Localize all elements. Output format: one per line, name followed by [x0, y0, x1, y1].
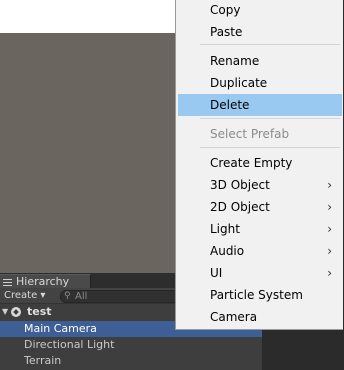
submenu-arrow-icon: › — [327, 222, 332, 236]
submenu-arrow-icon: › — [327, 178, 332, 192]
hierarchy-item-label: Terrain — [24, 354, 62, 367]
scene-view[interactable] — [0, 33, 175, 273]
list-icon — [3, 279, 12, 286]
tab-hierarchy[interactable]: Hierarchy — [0, 274, 91, 289]
unity-logo-icon — [11, 307, 21, 317]
submenu-arrow-icon: › — [327, 244, 332, 258]
menu-item-label: Copy — [210, 3, 241, 17]
menu-item-2d-object[interactable]: 2D Object › — [177, 196, 342, 218]
adjacent-panel — [262, 330, 344, 370]
menu-item-label: Particle System — [210, 288, 303, 302]
menu-item-audio[interactable]: Audio › — [177, 240, 342, 262]
menu-item-label: Camera — [210, 310, 258, 324]
menu-item-create-empty[interactable]: Create Empty — [177, 152, 342, 174]
menu-item-light[interactable]: Light › — [177, 218, 342, 240]
menu-item-paste[interactable]: Paste — [177, 21, 342, 43]
hierarchy-item-label: Directional Light — [24, 338, 115, 351]
expand-arrow-icon[interactable]: ▼ — [2, 304, 8, 320]
search-placeholder: All — [75, 291, 88, 302]
menu-item-copy[interactable]: Copy — [177, 0, 342, 21]
hierarchy-item-terrain[interactable]: Terrain — [0, 353, 262, 369]
menu-item-label: Duplicate — [210, 76, 268, 90]
submenu-arrow-icon: › — [327, 266, 332, 280]
menu-item-3d-object[interactable]: 3D Object › — [177, 174, 342, 196]
tab-hierarchy-label: Hierarchy — [16, 275, 70, 288]
menu-item-label: Create Empty — [210, 156, 293, 170]
hierarchy-item-directional-light[interactable]: Directional Light — [0, 337, 262, 353]
menu-separator — [200, 44, 340, 45]
hierarchy-item-label: Main Camera — [24, 322, 97, 335]
menu-item-label: Delete — [210, 98, 250, 112]
menu-item-label: Rename — [210, 54, 260, 68]
menu-item-ui[interactable]: UI › — [177, 262, 342, 284]
menu-item-label: Paste — [210, 25, 243, 39]
context-menu: Copy Paste Rename Duplicate Delete Selec… — [175, 0, 343, 330]
menu-item-delete[interactable]: Delete — [178, 94, 342, 116]
menu-item-label: 3D Object — [210, 178, 270, 192]
menu-item-camera[interactable]: Camera — [177, 306, 342, 328]
magnifier-icon: ⚲ — [64, 291, 71, 301]
menu-item-label: UI — [210, 266, 223, 280]
menu-item-rename[interactable]: Rename — [177, 50, 342, 72]
menu-item-label: Select Prefab — [210, 127, 290, 141]
scene-name: test — [27, 305, 52, 318]
menu-separator — [200, 118, 340, 119]
menu-item-particle-system[interactable]: Particle System — [177, 284, 342, 306]
menu-item-select-prefab: Select Prefab — [177, 123, 342, 145]
menu-item-label: 2D Object — [210, 200, 270, 214]
scene-view-top — [0, 0, 175, 33]
menu-item-duplicate[interactable]: Duplicate — [177, 72, 342, 94]
create-dropdown-button[interactable]: Create ▾ — [4, 289, 45, 302]
menu-item-label: Audio — [210, 244, 245, 258]
submenu-arrow-icon: › — [327, 200, 332, 214]
menu-separator — [200, 147, 340, 148]
menu-item-label: Light — [210, 222, 240, 236]
